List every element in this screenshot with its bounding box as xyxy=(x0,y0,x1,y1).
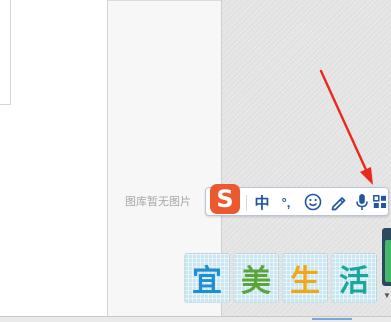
ime-separator xyxy=(246,195,247,211)
handwrite-icon[interactable] xyxy=(327,191,349,213)
status-bar-accent xyxy=(312,318,352,320)
gallery-top-border xyxy=(108,0,221,1)
logo-char: 生 xyxy=(290,264,320,299)
brand-logo: 宜 美 生 活 xyxy=(184,253,380,307)
sogou-logo-icon[interactable]: S xyxy=(210,184,240,214)
logo-tile: 活 xyxy=(331,253,377,303)
document-pane xyxy=(0,0,108,316)
chevron-down-icon[interactable]: ▼ xyxy=(383,291,391,300)
logo-char: 美 xyxy=(241,264,271,299)
logo-char: 活 xyxy=(339,264,369,299)
gallery-empty-text: 图库暂无图片 xyxy=(125,195,191,208)
microphone-icon[interactable] xyxy=(352,191,372,213)
logo-tile: 宜 xyxy=(184,253,230,303)
document-box xyxy=(0,0,11,105)
emoji-icon[interactable] xyxy=(302,191,324,213)
logo-char: 宜 xyxy=(192,264,222,299)
logo-tile: 美 xyxy=(233,253,279,303)
ime-toolbar[interactable]: S 中 °, xyxy=(205,184,389,216)
ime-mode-button[interactable]: 中 xyxy=(252,191,272,213)
ime-punctuation-button[interactable]: °, xyxy=(276,191,296,213)
toolbox-icon[interactable] xyxy=(372,191,388,213)
logo-tile: 生 xyxy=(282,253,328,303)
side-widget-indicator xyxy=(385,240,391,282)
